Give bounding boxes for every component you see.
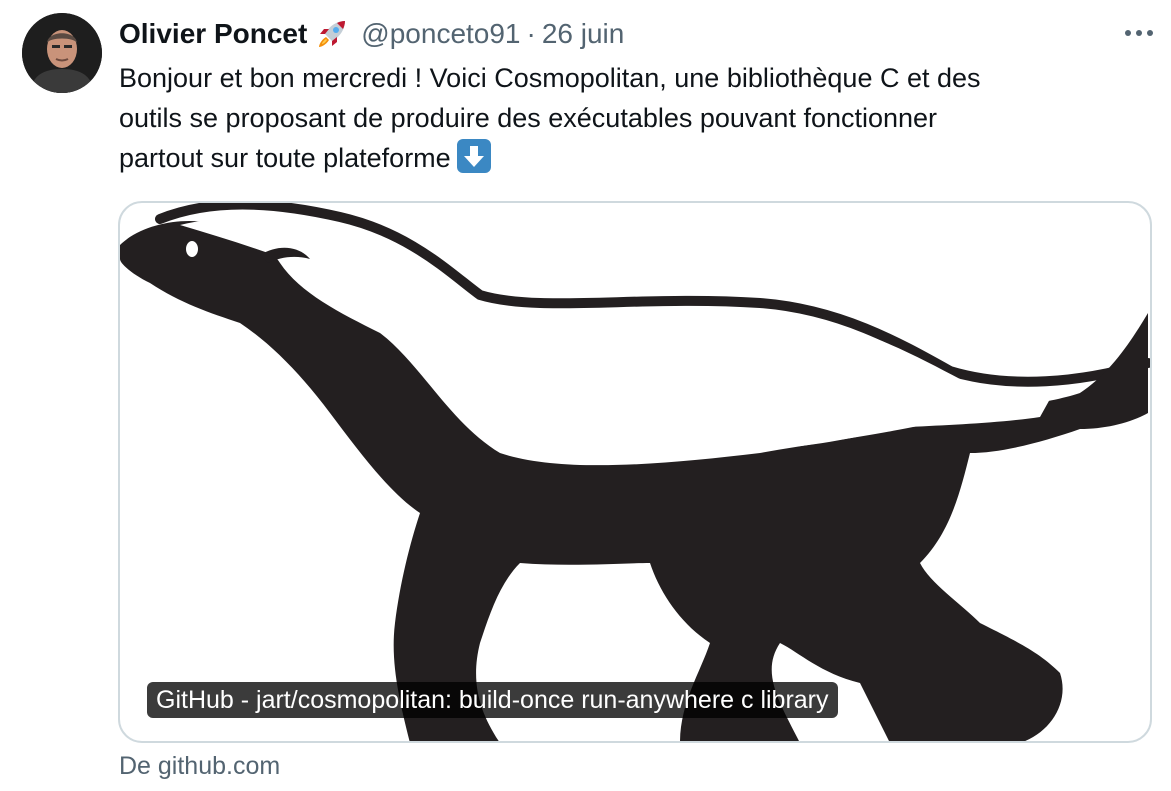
tweet-text-line-3: partout sur toute plateforme — [119, 143, 451, 173]
honey-badger-logo — [120, 203, 1150, 741]
tweet-text-line-1: Bonjour et bon mercredi ! Voici Cosmopol… — [119, 63, 981, 93]
down-arrow-emoji-icon — [456, 139, 491, 173]
tweet-header: Olivier Poncet @ponceto91 · 26 juin — [119, 14, 1151, 54]
more-options-icon[interactable] — [1121, 18, 1157, 48]
avatar[interactable] — [22, 13, 102, 93]
separator-dot: · — [526, 18, 536, 49]
author-name[interactable]: Olivier Poncet — [119, 18, 307, 50]
author-handle[interactable]: @ponceto91 — [361, 18, 520, 50]
tweet-text-line-2: outils se proposant de produire des exéc… — [119, 103, 938, 133]
tweet-text: Bonjour et bon mercredi ! Voici Cosmopol… — [119, 58, 1139, 178]
rocket-icon — [315, 17, 349, 51]
link-card[interactable]: GitHub - jart/cosmopolitan: build-once r… — [118, 201, 1152, 743]
tweet-date[interactable]: 26 juin — [542, 18, 625, 50]
card-source-link[interactable]: De github.com — [119, 752, 280, 781]
card-title[interactable]: GitHub - jart/cosmopolitan: build-once r… — [147, 682, 838, 718]
